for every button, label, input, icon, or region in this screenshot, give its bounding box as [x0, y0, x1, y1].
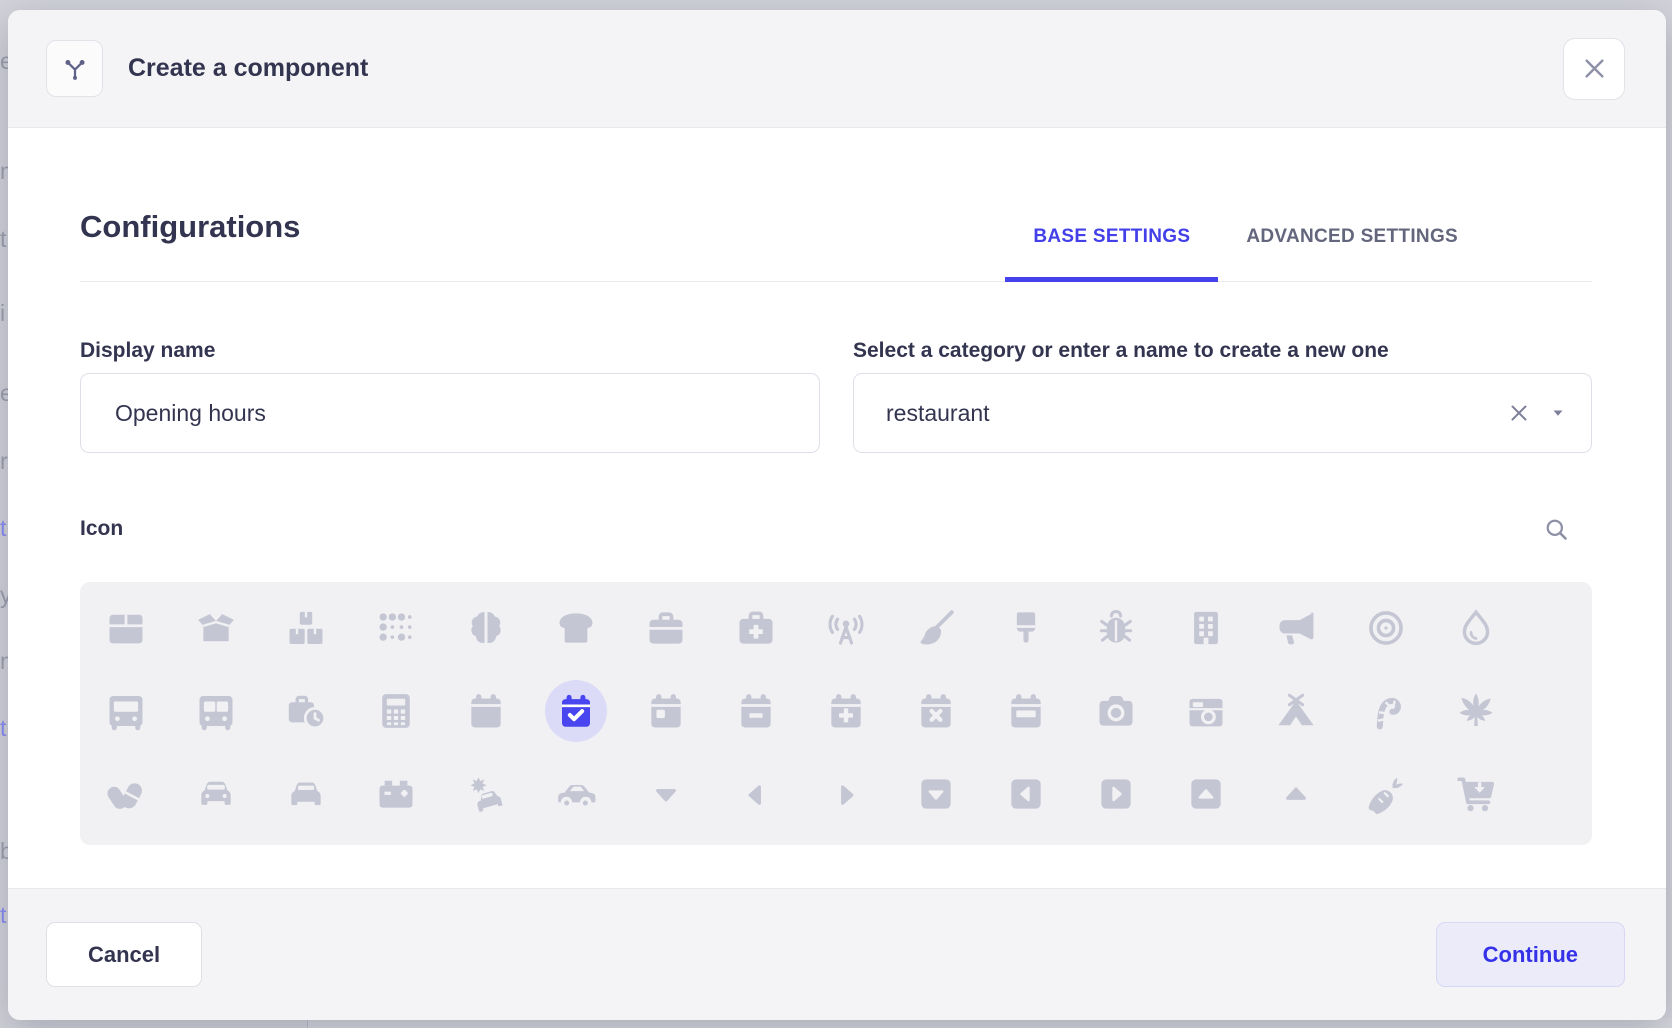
candy-cane-icon[interactable] [1341, 669, 1431, 752]
caret-square-left-icon[interactable] [981, 752, 1071, 835]
box-icon[interactable] [81, 586, 171, 669]
backdrop-letter-fragment: t [0, 226, 6, 253]
briefcase-icon[interactable] [621, 586, 711, 669]
clear-selection-button[interactable] [1505, 399, 1533, 427]
bus-icon[interactable] [81, 669, 171, 752]
selected-icon-highlight [545, 680, 607, 742]
create-component-modal: Create a component Configurations BASE S… [8, 10, 1666, 1020]
continue-button[interactable]: Continue [1436, 922, 1625, 987]
backdrop-letter-fragment: t [0, 902, 6, 929]
car-battery-icon[interactable] [351, 752, 441, 835]
tab-base-settings[interactable]: BASE SETTINGS [1005, 226, 1218, 282]
calendar-icon[interactable] [441, 669, 531, 752]
calendar-plus-icon[interactable] [801, 669, 891, 752]
car-icon[interactable] [171, 752, 261, 835]
calendar-week-icon[interactable] [981, 669, 1071, 752]
brush-icon[interactable] [981, 586, 1071, 669]
backdrop-letter-fragment: t [0, 715, 6, 742]
caret-square-right-icon[interactable] [1071, 752, 1161, 835]
bread-slice-icon[interactable] [531, 586, 621, 669]
bus-alt-icon[interactable] [171, 669, 261, 752]
modal-title: Create a component [128, 54, 368, 83]
carrot-icon[interactable] [1341, 752, 1431, 835]
tab-advanced-settings[interactable]: ADVANCED SETTINGS [1218, 226, 1486, 281]
backdrop-letter-fragment: t [0, 515, 6, 542]
bullseye-icon[interactable] [1341, 586, 1431, 669]
configurations-header-row: Configurations BASE SETTINGS ADVANCED SE… [80, 128, 1592, 282]
caret-down-icon[interactable] [621, 752, 711, 835]
backdrop-letter-fragment: r [0, 448, 8, 475]
caret-left-icon[interactable] [711, 752, 801, 835]
calendar-minus-icon[interactable] [711, 669, 801, 752]
x-icon [1507, 401, 1531, 425]
briefcase-medical-icon[interactable] [711, 586, 801, 669]
calendar-day-icon[interactable] [621, 669, 711, 752]
form-fields-row: Display name Select a category or enter … [80, 338, 1592, 453]
caret-right-icon[interactable] [801, 752, 891, 835]
display-name-input[interactable] [80, 373, 820, 453]
caret-square-down-icon[interactable] [891, 752, 981, 835]
business-time-icon[interactable] [261, 669, 351, 752]
modal-header: Create a component [8, 10, 1666, 128]
capsules-icon[interactable] [81, 752, 171, 835]
campground-icon[interactable] [1251, 669, 1341, 752]
display-name-label: Display name [80, 338, 820, 364]
backdrop-letter-fragment: i [0, 300, 5, 327]
calendar-check-icon[interactable] [531, 669, 621, 752]
modal-footer: Cancel Continue [8, 888, 1666, 1020]
brain-icon[interactable] [441, 586, 531, 669]
cart-arrow-down-icon[interactable] [1431, 752, 1521, 835]
box-open-icon[interactable] [171, 586, 261, 669]
calendar-times-icon[interactable] [891, 669, 981, 752]
bug-icon[interactable] [1071, 586, 1161, 669]
burn-icon[interactable] [1431, 586, 1521, 669]
close-button[interactable] [1563, 38, 1625, 100]
icon-grid-panel [80, 582, 1592, 845]
car-alt-icon[interactable] [261, 752, 351, 835]
caret-down-icon[interactable] [1549, 404, 1567, 422]
magnifier-icon[interactable] [1542, 515, 1570, 543]
category-select[interactable]: restaurant [853, 373, 1592, 453]
category-selected-value: restaurant [886, 400, 990, 427]
broom-icon[interactable] [891, 586, 981, 669]
icon-picker-section: Icon [80, 515, 1592, 845]
car-side-icon[interactable] [531, 752, 621, 835]
camera-icon[interactable] [1071, 669, 1161, 752]
braille-icon[interactable] [351, 586, 441, 669]
broadcast-tower-icon[interactable] [801, 586, 891, 669]
modal-body: Configurations BASE SETTINGS ADVANCED SE… [8, 128, 1666, 888]
component-branch-icon [46, 40, 103, 97]
caret-up-icon[interactable] [1251, 752, 1341, 835]
settings-tabs: BASE SETTINGS ADVANCED SETTINGS [1005, 226, 1486, 281]
building-icon[interactable] [1161, 586, 1251, 669]
bullhorn-icon[interactable] [1251, 586, 1341, 669]
cancel-button[interactable]: Cancel [46, 922, 202, 987]
icon-grid [80, 582, 1592, 835]
car-crash-icon[interactable] [441, 752, 531, 835]
calculator-icon[interactable] [351, 669, 441, 752]
category-label: Select a category or enter a name to cre… [853, 338, 1592, 364]
x-icon [1581, 55, 1608, 82]
caret-square-up-icon[interactable] [1161, 752, 1251, 835]
boxes-stacked-icon[interactable] [261, 586, 351, 669]
cannabis-icon[interactable] [1431, 669, 1521, 752]
section-heading: Configurations [80, 209, 300, 281]
camera-retro-icon[interactable] [1161, 669, 1251, 752]
icon-picker-label: Icon [80, 516, 123, 542]
